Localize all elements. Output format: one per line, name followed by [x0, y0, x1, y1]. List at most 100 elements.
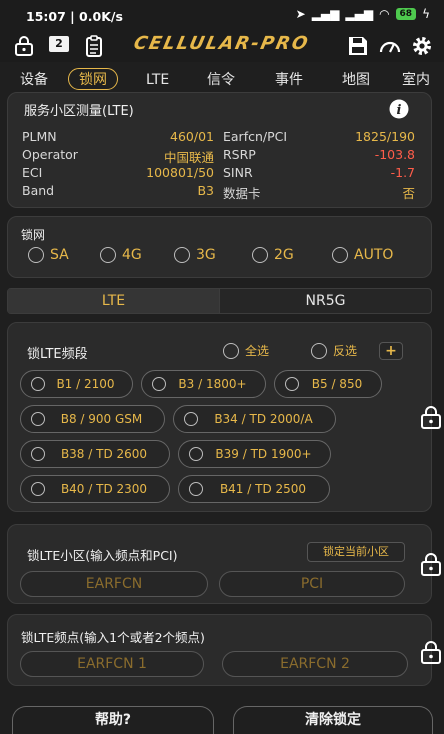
- eci-label: ECI: [22, 165, 43, 180]
- radio-2g-label: 2G: [274, 247, 294, 263]
- radio-circle: [100, 247, 116, 263]
- clipboard-icon[interactable]: [82, 34, 106, 58]
- sim-badge[interactable]: 2: [49, 36, 69, 52]
- band-chip[interactable]: B3 / 1800+: [141, 370, 266, 398]
- lock-cell-icon[interactable]: [420, 552, 442, 576]
- band-chip[interactable]: B5 / 850: [274, 370, 382, 398]
- lte-band-card: 锁LTE频段 全选 反选 + B1 / 2100 B3 / 1800+ B5 /…: [7, 322, 432, 512]
- earfcn2-input[interactable]: EARFCN 2: [222, 651, 408, 677]
- tab-map[interactable]: 地图: [342, 69, 370, 91]
- operator-label: Operator: [22, 147, 78, 162]
- tab-indoor[interactable]: 室内: [402, 69, 430, 91]
- band-chip-label: B38 / TD 2600: [60, 447, 148, 461]
- band-chip[interactable]: B41 / TD 2500: [178, 475, 330, 503]
- radio-circle: [31, 447, 45, 461]
- band-chip-label: B39 / TD 1900+: [215, 447, 312, 461]
- band-chip-label: B8 / 900 GSM: [60, 412, 143, 426]
- band-chip-label: B5 / 850: [311, 377, 363, 391]
- lte-freq-title: 锁LTE频点(输入1个或者2个频点): [21, 630, 205, 645]
- radio-auto-label: AUTO: [354, 247, 394, 263]
- radio-3g-label: 3G: [196, 247, 216, 263]
- sinr-value: -1.7: [390, 165, 415, 180]
- pci-input[interactable]: PCI: [219, 571, 405, 597]
- lock-current-cell-button[interactable]: 锁定当前小区: [307, 542, 405, 562]
- lock-network-card: 锁网 SA 4G 3G 2G AUTO: [7, 216, 432, 278]
- radio-circle: [31, 377, 45, 391]
- battery-icon: 68: [395, 8, 417, 20]
- earfcn-pci-value: 1825/190: [355, 129, 415, 144]
- add-band-button[interactable]: +: [379, 342, 403, 360]
- lock-band-icon[interactable]: [420, 405, 442, 429]
- eci-value: 100801/50: [146, 165, 214, 180]
- band-chip-label: B34 / TD 2000/A: [214, 412, 313, 426]
- radio-circle: [174, 247, 190, 263]
- band-chip[interactable]: B34 / TD 2000/A: [173, 405, 336, 433]
- tab-signaling[interactable]: 信令: [207, 69, 235, 91]
- band-chip[interactable]: B40 / TD 2300: [20, 475, 170, 503]
- mode-segmented-control: LTE NR5G: [7, 288, 432, 314]
- radio-auto[interactable]: AUTO: [332, 247, 393, 263]
- signal-icon: ▂▄▆: [311, 7, 340, 21]
- band-chip[interactable]: B1 / 2100: [20, 370, 133, 398]
- lock-icon[interactable]: [12, 34, 36, 58]
- plmn-value: 460/01: [170, 129, 214, 144]
- radio-circle: [332, 247, 348, 263]
- radio-circle: [285, 377, 299, 391]
- radio-4g[interactable]: 4G: [100, 247, 142, 263]
- app-logo: CELLULAR-PRO: [131, 33, 312, 54]
- earfcn1-input[interactable]: EARFCN 1: [20, 651, 204, 677]
- rsrp-value: -103.8: [374, 147, 415, 162]
- tab-lte[interactable]: LTE: [146, 69, 169, 91]
- earfcn-input[interactable]: EARFCN: [20, 571, 208, 597]
- clear-lock-button[interactable]: 清除锁定: [233, 706, 433, 734]
- radio-sa[interactable]: SA: [28, 247, 69, 263]
- invert-radio[interactable]: 反选: [311, 342, 357, 359]
- lte-cell-card: 锁LTE小区(输入频点和PCI) 锁定当前小区 EARFCN PCI: [7, 524, 432, 604]
- location-icon: ➤: [295, 7, 306, 21]
- rsrp-label: RSRP: [223, 147, 256, 162]
- lte-cell-title: 锁LTE小区(输入频点和PCI): [27, 548, 178, 563]
- info-icon[interactable]: i: [389, 99, 409, 119]
- status-icons: ➤ ▂▄▆ ▂▄▆ ◠ 68 ϟ: [296, 7, 430, 21]
- radio-circle: [189, 482, 203, 496]
- tab-lock-network[interactable]: 锁网: [68, 68, 118, 90]
- radio-sa-label: SA: [50, 247, 69, 263]
- lte-freq-card: 锁LTE频点(输入1个或者2个频点) EARFCN 1 EARFCN 2: [7, 614, 432, 686]
- data-card-label: 数据卡: [223, 186, 261, 201]
- radio-circle: [184, 412, 198, 426]
- tab-device[interactable]: 设备: [20, 69, 48, 91]
- serving-cell-card: 服务小区测量(LTE) i PLMN 460/01 Earfcn/PCI 182…: [7, 92, 432, 208]
- segment-lte[interactable]: LTE: [8, 289, 220, 313]
- operator-value: 中国联通: [163, 150, 214, 165]
- radio-circle: [189, 447, 203, 461]
- band-chip[interactable]: B38 / TD 2600: [20, 440, 170, 468]
- select-all-label: 全选: [245, 344, 270, 358]
- radio-circle: [152, 377, 166, 391]
- select-all-radio[interactable]: 全选: [223, 342, 269, 359]
- lock-freq-icon[interactable]: [420, 640, 442, 664]
- radio-2g[interactable]: 2G: [252, 247, 294, 263]
- status-bar: 15:07 | 0.0K/s ➤ ▂▄▆ ▂▄▆ ◠ 68 ϟ: [0, 0, 444, 30]
- status-time: 15:07 | 0.0K/s: [26, 9, 123, 24]
- plmn-label: PLMN: [22, 129, 57, 144]
- speedometer-icon[interactable]: [378, 34, 402, 58]
- data-card-value: 否: [402, 186, 415, 201]
- save-icon[interactable]: [346, 34, 370, 58]
- lock-network-title: 锁网: [21, 228, 46, 242]
- gear-icon[interactable]: [410, 34, 434, 58]
- band-label: Band: [22, 183, 55, 198]
- help-button[interactable]: 帮助?: [12, 706, 214, 734]
- band-chip[interactable]: B8 / 900 GSM: [20, 405, 165, 433]
- band-chip[interactable]: B39 / TD 1900+: [178, 440, 331, 468]
- lte-band-title: 锁LTE频段: [27, 347, 88, 362]
- radio-circle: [31, 412, 45, 426]
- tab-events[interactable]: 事件: [275, 69, 303, 91]
- band-chip-label: B1 / 2100: [56, 377, 115, 391]
- signal-icon-2: ▂▄▆: [345, 7, 374, 21]
- earfcn-pci-label: Earfcn/PCI: [223, 129, 288, 144]
- radio-3g[interactable]: 3G: [174, 247, 216, 263]
- segment-nr5g[interactable]: NR5G: [220, 289, 431, 313]
- invert-label: 反选: [333, 344, 358, 358]
- sinr-label: SINR: [223, 165, 253, 180]
- radio-circle: [28, 247, 44, 263]
